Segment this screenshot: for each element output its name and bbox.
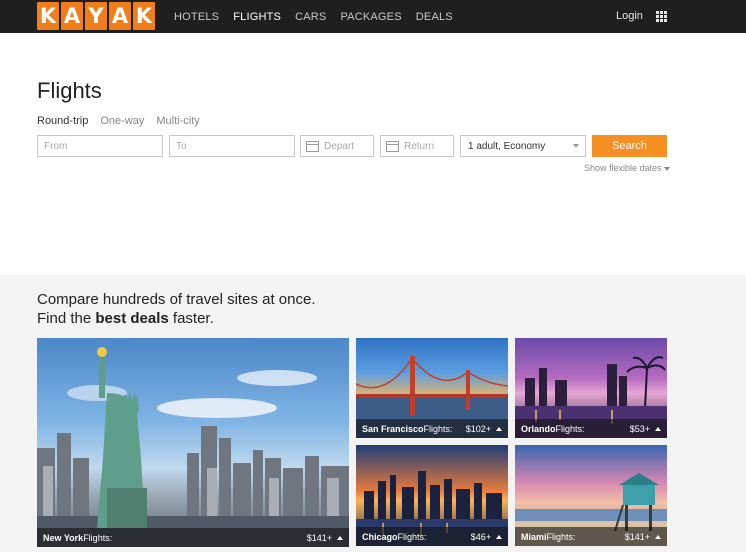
show-flexible-dates-link[interactable]: Show flexible dates (584, 163, 670, 173)
deal-price: $141+ (624, 531, 650, 542)
deal-card-san-francisco[interactable]: San Francisco Flights: $102+ (356, 338, 508, 438)
logo-letter: A (109, 2, 131, 30)
deal-city: Miami (521, 531, 547, 542)
deal-caption: Miami Flights: $141+ (515, 527, 667, 546)
grid-dot (660, 11, 663, 14)
return-placeholder: Return (404, 140, 435, 152)
chevron-down-icon (573, 144, 579, 148)
trip-type-round-trip[interactable]: Round-trip (37, 115, 88, 127)
tagline-line-2: Find the best deals faster. (37, 309, 315, 328)
deal-card-new-york[interactable]: New York Flights: $141+ (37, 338, 349, 547)
return-date-input[interactable]: Return (380, 135, 454, 157)
search-button[interactable]: Search (592, 135, 667, 157)
flexible-dates-label: Show flexible dates (584, 163, 662, 173)
deal-caption: San Francisco Flights: $102+ (356, 419, 508, 438)
logo-letter: K (133, 2, 155, 30)
caret-up-icon (496, 426, 502, 431)
tagline-text: Find the (37, 310, 96, 327)
travelers-value: 1 adult, Economy (468, 140, 546, 152)
new-york-skyline-image (37, 347, 349, 547)
depart-placeholder: Depart (324, 140, 355, 152)
logo-letter: Y (85, 2, 107, 30)
grid-icon[interactable] (656, 11, 667, 22)
deal-city: San Francisco (362, 423, 424, 434)
deal-caption: Chicago Flights: $46+ (356, 527, 508, 546)
grid-dot (660, 19, 663, 22)
tagline: Compare hundreds of travel sites at once… (37, 290, 315, 328)
origin-input[interactable]: From (37, 135, 163, 157)
deal-caption: Orlando Flights: $53+ (515, 419, 667, 438)
deal-city: Orlando (521, 423, 556, 434)
deal-city: New York (43, 532, 84, 543)
calendar-icon (306, 140, 319, 152)
trip-type-one-way[interactable]: One-way (100, 115, 144, 127)
origin-placeholder: From (44, 140, 68, 152)
deal-price: $141+ (306, 532, 332, 543)
deal-city: Chicago (362, 531, 398, 542)
grid-dot (656, 19, 659, 22)
nav-flights[interactable]: FLIGHTS (233, 11, 281, 23)
calendar-icon (386, 140, 399, 152)
deal-suffix: Flights: (555, 423, 585, 434)
deal-price: $46+ (470, 531, 491, 542)
deals-section: Compare hundreds of travel sites at once… (0, 275, 746, 552)
caret-up-icon (655, 426, 661, 431)
nav-hotels[interactable]: HOTELS (174, 11, 219, 23)
destination-placeholder: To (176, 140, 187, 152)
deal-suffix: Flights: (423, 423, 453, 434)
top-navigation-bar: K A Y A K HOTELS FLIGHTS CARS PACKAGES D… (0, 0, 746, 33)
caret-down-icon (663, 166, 670, 171)
tagline-emphasis: best deals (95, 310, 169, 327)
caret-up-icon (337, 535, 343, 540)
grid-dot (656, 11, 659, 14)
trip-type-multi-city[interactable]: Multi-city (156, 115, 199, 127)
grid-dot (664, 15, 667, 18)
depart-date-input[interactable]: Depart (300, 135, 374, 157)
grid-dot (664, 11, 667, 14)
deal-card-miami[interactable]: Miami Flights: $141+ (515, 445, 667, 546)
nav-cars[interactable]: CARS (295, 11, 326, 23)
travelers-select[interactable]: 1 adult, Economy (460, 135, 586, 157)
main-nav: HOTELS FLIGHTS CARS PACKAGES DEALS (174, 0, 453, 33)
caret-up-icon (496, 534, 502, 539)
caret-up-icon (655, 534, 661, 539)
deal-suffix: Flights: (83, 532, 113, 543)
logo-letter: A (61, 2, 83, 30)
trip-type-selector: Round-trip One-way Multi-city (37, 115, 200, 127)
nav-deals[interactable]: DEALS (416, 11, 453, 23)
grid-dot (656, 15, 659, 18)
grid-dot (664, 19, 667, 22)
deal-card-chicago[interactable]: Chicago Flights: $46+ (356, 445, 508, 546)
deal-price: $53+ (629, 423, 650, 434)
deal-suffix: Flights: (546, 531, 576, 542)
nav-packages[interactable]: PACKAGES (340, 11, 401, 23)
logo-letter: K (37, 2, 59, 30)
deal-price: $102+ (465, 423, 491, 434)
deal-caption: New York Flights: $141+ (37, 528, 349, 547)
deal-card-orlando[interactable]: Orlando Flights: $53+ (515, 338, 667, 438)
flight-search-panel: Flights Round-trip One-way Multi-city Fr… (0, 33, 746, 275)
tagline-line-1: Compare hundreds of travel sites at once… (37, 291, 316, 308)
login-link[interactable]: Login (616, 10, 643, 22)
deal-suffix: Flights: (397, 531, 427, 542)
destination-input[interactable]: To (169, 135, 295, 157)
kayak-logo[interactable]: K A Y A K (37, 2, 155, 30)
page-title: Flights (37, 78, 102, 103)
tagline-text: faster. (168, 310, 214, 327)
grid-dot (660, 15, 663, 18)
